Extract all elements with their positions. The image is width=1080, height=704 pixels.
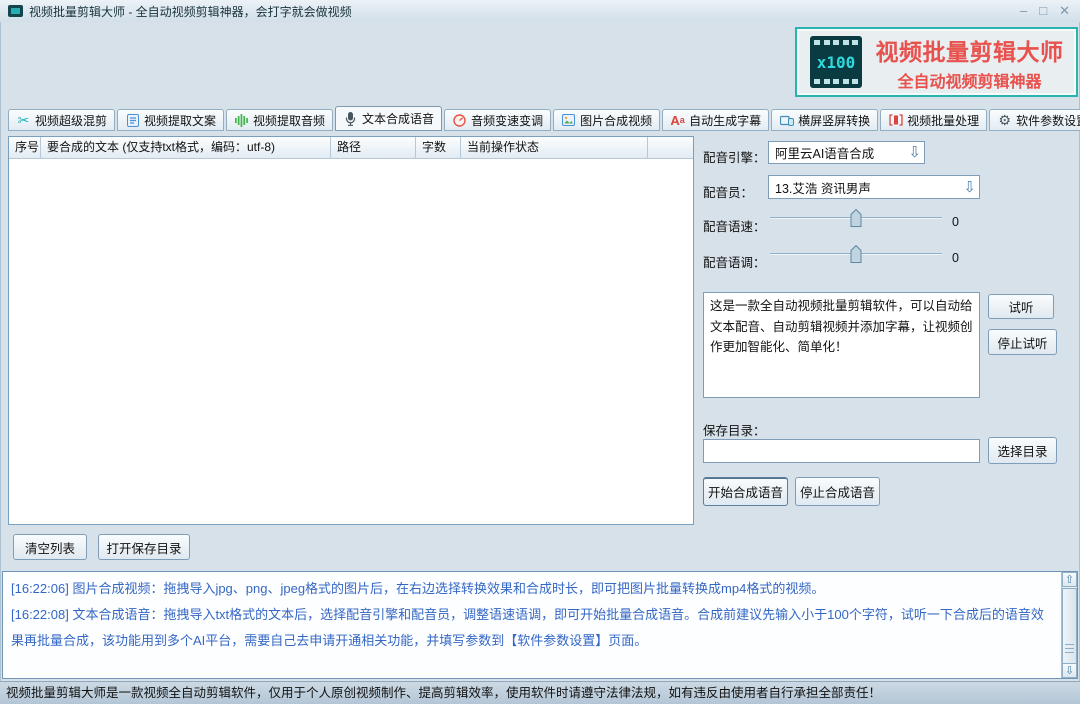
banner-text: 视频批量剪辑大师 全自动视频剪辑神器 [871,33,1068,92]
logo-x100-label: x100 [817,53,856,72]
tab-label: 视频超级混剪 [35,112,107,129]
column-header-filler [648,137,693,158]
status-bar: 视频批量剪辑大师是一款视频全自动剪辑软件，仅用于个人原创视频制作、提高剪辑效率，… [0,681,1080,704]
close-icon[interactable]: ✕ [1059,0,1070,22]
preview-text-area[interactable]: 这是一款全自动视频批量剪辑软件，可以自动给文本配音、自动剪辑视频并添加字幕，让视… [703,292,980,398]
tab-label: 视频提取音频 [253,112,325,129]
voice-actor-select[interactable]: 13.艾浩 资讯男声 ⇩ [768,175,980,199]
voice-engine-label: 配音引擎： [703,147,766,166]
tab-text-to-speech[interactable]: 文本合成语音 [335,106,442,131]
speech-speed-value: 0 [952,215,959,229]
file-list-table[interactable]: 序号 要合成的文本 (仅支持txt格式，编码：utf-8) 路径 字数 当前操作… [8,136,694,525]
speech-pitch-label: 配音语调： [703,252,766,271]
scroll-down-icon[interactable]: ⇩ [1062,663,1077,678]
speech-speed-slider[interactable] [770,209,942,227]
voice-engine-select[interactable]: 阿里云AI语音合成 ⇩ [768,141,925,164]
waveform-icon [234,113,249,127]
column-header-status: 当前操作状态 [461,137,648,158]
tab-screen-rotate[interactable]: 横屏竖屏转换 [771,109,878,131]
chevron-down-icon[interactable]: ⇩ [960,180,979,195]
subtitle-icon: Aa [670,113,685,127]
tab-auto-subtitle[interactable]: Aa 自动生成字幕 [662,109,769,131]
column-header-path: 路径 [331,137,416,158]
log-entry: [16:22:08] 文本合成语音：拖拽导入txt格式的文本后，选择配音引擎和配… [11,602,1053,654]
chevron-down-icon[interactable]: ⇩ [905,145,924,160]
tab-label: 文本合成语音 [362,110,434,127]
save-dir-label: 保存目录： [703,420,766,439]
image-icon [561,113,576,127]
tab-settings[interactable]: ⚙ 软件参数设置 [989,109,1080,131]
maximize-icon[interactable]: □ [1039,0,1047,22]
save-dir-input[interactable] [703,439,980,463]
app-logo: x100 [810,36,862,88]
speech-pitch-value: 0 [952,251,959,265]
tab-video-extract-audio[interactable]: 视频提取音频 [226,109,333,131]
slider-thumb[interactable] [851,245,862,268]
tab-image-to-video[interactable]: 图片合成视频 [553,109,660,131]
start-synthesis-button[interactable]: 开始合成语音 [703,477,788,506]
banner-subtitle: 全自动视频剪辑神器 [871,68,1068,92]
tab-label: 自动生成字幕 [689,112,761,129]
open-save-dir-button[interactable]: 打开保存目录 [98,534,190,560]
window-controls: – □ ✕ [1020,0,1070,22]
scissors-icon: ✂ [16,113,31,127]
table-header: 序号 要合成的文本 (仅支持txt格式，编码：utf-8) 路径 字数 当前操作… [9,137,693,159]
rotate-screen-icon [779,113,794,127]
log-entry: [16:22:06] 图片合成视频：拖拽导入jpg、png、jpeg格式的图片后… [11,576,1053,602]
column-header-count: 字数 [416,137,461,158]
filmstrip-icon [814,79,858,84]
column-header-text: 要合成的文本 (仅支持txt格式，编码：utf-8) [41,137,331,158]
speedometer-icon [452,113,467,127]
scrollbar-thumb[interactable] [1062,588,1077,664]
choose-dir-button[interactable]: 选择目录 [988,437,1057,464]
microphone-icon [343,112,358,126]
scrollbar-grip [1065,641,1074,655]
clear-list-button[interactable]: 清空列表 [13,534,87,560]
tab-label: 软件参数设置 [1016,112,1080,129]
column-header-index: 序号 [9,137,41,158]
stop-synthesis-button[interactable]: 停止合成语音 [795,477,880,506]
tab-label: 图片合成视频 [580,112,652,129]
tab-bar: ✂ 视频超级混剪 视频提取文案 视频提取音频 文本合成语音 音频变速变调 [8,106,1080,131]
stop-preview-button[interactable]: 停止试听 [988,329,1057,355]
app-icon [8,5,23,17]
slider-thumb[interactable] [851,209,862,232]
tab-label: 视频提取文案 [144,112,216,129]
banner-title: 视频批量剪辑大师 [871,33,1068,67]
filmstrip-icon [814,40,858,45]
video-batch-icon [888,113,903,127]
window-title: 视频批量剪辑大师 - 全自动视频剪辑神器，会打字就会做视频 [29,3,352,20]
brand-banner: x100 视频批量剪辑大师 全自动视频剪辑神器 [795,27,1078,97]
title-bar: 视频批量剪辑大师 - 全自动视频剪辑神器，会打字就会做视频 – □ ✕ [0,0,1080,22]
app-window: 视频批量剪辑大师 - 全自动视频剪辑神器，会打字就会做视频 – □ ✕ x100… [0,0,1080,704]
tab-label: 视频批量处理 [907,112,979,129]
speech-pitch-slider[interactable] [770,245,942,263]
scroll-up-icon[interactable]: ⇧ [1062,572,1077,587]
minimize-icon[interactable]: – [1020,0,1027,22]
document-icon [125,113,140,127]
speech-speed-label: 配音语速： [703,216,766,235]
tab-video-super-mix[interactable]: ✂ 视频超级混剪 [8,109,115,131]
voice-actor-value: 13.艾浩 资讯男声 [775,178,871,197]
gear-icon: ⚙ [997,113,1012,127]
log-output: [16:22:06] 图片合成视频：拖拽导入jpg、png、jpeg格式的图片后… [2,571,1078,679]
voice-actor-label: 配音员： [703,182,753,201]
table-body[interactable] [9,159,693,525]
tab-audio-speed-pitch[interactable]: 音频变速变调 [444,109,551,131]
preview-button[interactable]: 试听 [988,294,1054,319]
tab-video-batch[interactable]: 视频批量处理 [880,109,987,131]
log-scrollbar[interactable]: ⇧ ⇩ [1061,572,1077,678]
tab-label: 音频变速变调 [471,112,543,129]
voice-engine-value: 阿里云AI语音合成 [775,143,874,162]
tab-label: 横屏竖屏转换 [798,112,870,129]
tab-video-extract-text[interactable]: 视频提取文案 [117,109,224,131]
